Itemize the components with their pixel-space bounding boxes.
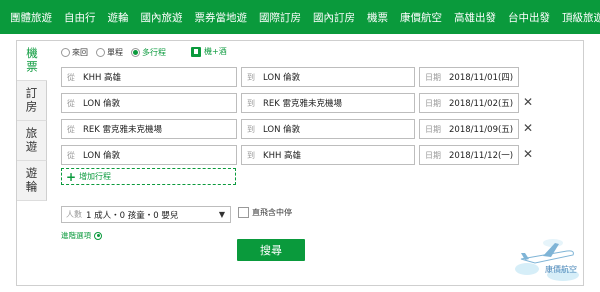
people-label: 人數 xyxy=(66,210,82,219)
passenger-select[interactable]: 人數 1 成人・0 孩童・0 嬰兒 ▼ xyxy=(61,206,231,223)
nav-item-flights[interactable]: 機票 xyxy=(361,10,394,25)
add-segment-button[interactable]: + 增加行程 xyxy=(61,168,236,185)
from-label: 從 xyxy=(67,72,75,82)
from-value: KHH 高雄 xyxy=(83,73,122,83)
search-button[interactable]: 搜尋 xyxy=(237,239,305,261)
nav-item-intl-hotel[interactable]: 國際訂房 xyxy=(253,10,307,25)
nav-item-domestic-hotel[interactable]: 國內訂房 xyxy=(307,10,361,25)
tab-hotels[interactable]: 訂房 xyxy=(17,81,47,121)
from-value: REK 雷克雅未克機場 xyxy=(83,125,163,135)
chevron-down-icon: ▼ xyxy=(218,210,225,219)
tab-flights[interactable]: 機票 xyxy=(17,41,47,81)
date-value: 2018/11/12(一) xyxy=(449,151,514,161)
to-field[interactable]: 到 LON 倫敦 xyxy=(241,119,415,139)
from-field[interactable]: 從 REK 雷克雅未克機場 xyxy=(61,119,237,139)
date-field[interactable]: 日期 2018/11/02(五) xyxy=(419,93,519,113)
direct-flight-checkbox[interactable]: 直飛含中停 xyxy=(238,207,292,218)
from-field[interactable]: 從 LON 倫敦 xyxy=(61,145,237,165)
from-label: 從 xyxy=(67,124,75,134)
to-value: LON 倫敦 xyxy=(263,125,301,135)
vertical-tabs: 機票 訂房 旅遊 遊輪 xyxy=(17,41,47,285)
tab-tours[interactable]: 旅遊 xyxy=(17,121,47,161)
to-value: REK 雷克雅未克機場 xyxy=(263,99,343,109)
nav-item-free-travel[interactable]: 自由行 xyxy=(58,10,102,25)
radio-round-trip[interactable]: 來回 xyxy=(61,47,88,58)
plus-icon: + xyxy=(66,169,77,184)
nav-item-lowcost-air[interactable]: 康價航空 xyxy=(394,10,448,25)
from-field[interactable]: 從 LON 倫敦 xyxy=(61,93,237,113)
to-value: LON 倫敦 xyxy=(263,73,301,83)
date-field[interactable]: 日期 2018/11/12(一) xyxy=(419,145,519,165)
to-label: 到 xyxy=(247,124,255,134)
checkbox-box xyxy=(238,207,249,218)
to-field[interactable]: 到 KHH 高雄 xyxy=(241,145,415,165)
remove-segment-icon[interactable]: ✕ xyxy=(523,95,533,109)
hotel-icon xyxy=(191,46,201,57)
nav-item-domestic-travel[interactable]: 國內旅遊 xyxy=(135,10,189,25)
flight-hotel-label: 機+酒 xyxy=(204,47,227,56)
to-field[interactable]: 到 REK 雷克雅未克機場 xyxy=(241,93,415,113)
booking-panel: 機票 訂房 旅遊 遊輪 來回 單程 多行程 機+酒 從 KHH 高雄 到 LON 倫… xyxy=(16,40,584,286)
remove-segment-icon[interactable]: ✕ xyxy=(523,147,533,161)
add-segment-label: 增加行程 xyxy=(79,172,112,181)
direct-flight-label: 直飛含中停 xyxy=(252,208,292,217)
nav-item-group-tours[interactable]: 團體旅遊 xyxy=(0,10,58,25)
trip-type-group: 來回 單程 多行程 xyxy=(61,47,174,58)
date-field[interactable]: 日期 2018/11/01(四) xyxy=(419,67,519,87)
date-value: 2018/11/02(五) xyxy=(449,99,514,109)
advanced-options-toggle[interactable]: 進階選項 xyxy=(61,230,102,241)
flight-search-form: 來回 單程 多行程 機+酒 從 KHH 高雄 到 LON 倫敦 日期 2018/11/… xyxy=(57,41,583,285)
people-value: 1 成人・0 孩童・0 嬰兒 xyxy=(86,210,179,221)
tab-cruise[interactable]: 遊輪 xyxy=(17,161,47,201)
advanced-options-label: 進階選項 xyxy=(61,231,91,240)
date-label: 日期 xyxy=(425,98,441,108)
nav-item-cruise[interactable]: 遊輪 xyxy=(102,10,135,25)
to-label: 到 xyxy=(247,72,255,82)
nav-item-kaohsiung-departure[interactable]: 高雄出發 xyxy=(448,10,502,25)
to-field[interactable]: 到 LON 倫敦 xyxy=(241,67,415,87)
brand-logo-text: 康價航空 xyxy=(545,265,577,274)
date-label: 日期 xyxy=(425,150,441,160)
radio-label: 單程 xyxy=(107,48,123,57)
radio-multi-city[interactable]: 多行程 xyxy=(131,47,166,58)
from-value: LON 倫敦 xyxy=(83,151,121,161)
flight-hotel-link[interactable]: 機+酒 xyxy=(191,46,227,57)
to-label: 到 xyxy=(247,98,255,108)
radio-circle-icon xyxy=(94,231,102,240)
radio-label: 多行程 xyxy=(142,48,166,57)
date-value: 2018/11/01(四) xyxy=(449,73,514,83)
date-label: 日期 xyxy=(425,124,441,134)
to-label: 到 xyxy=(247,150,255,160)
remove-segment-icon[interactable]: ✕ xyxy=(523,121,533,135)
radio-label: 來回 xyxy=(72,48,88,57)
top-navigation: 團體旅遊 自由行 遊輪 國內旅遊 票券當地遊 國際訂房 國內訂房 機票 康價航空… xyxy=(0,0,600,34)
date-label: 日期 xyxy=(425,72,441,82)
from-field[interactable]: 從 KHH 高雄 xyxy=(61,67,237,87)
nav-item-taichung-departure[interactable]: 台中出發 xyxy=(502,10,556,25)
radio-one-way[interactable]: 單程 xyxy=(96,47,123,58)
to-value: KHH 高雄 xyxy=(263,151,302,161)
date-field[interactable]: 日期 2018/11/09(五) xyxy=(419,119,519,139)
from-value: LON 倫敦 xyxy=(83,99,121,109)
nav-item-luxury-travel[interactable]: 頂級旅遊 xyxy=(556,10,600,25)
from-label: 從 xyxy=(67,150,75,160)
nav-item-tickets[interactable]: 票券當地遊 xyxy=(189,10,254,25)
from-label: 從 xyxy=(67,98,75,108)
date-value: 2018/11/09(五) xyxy=(449,125,514,135)
